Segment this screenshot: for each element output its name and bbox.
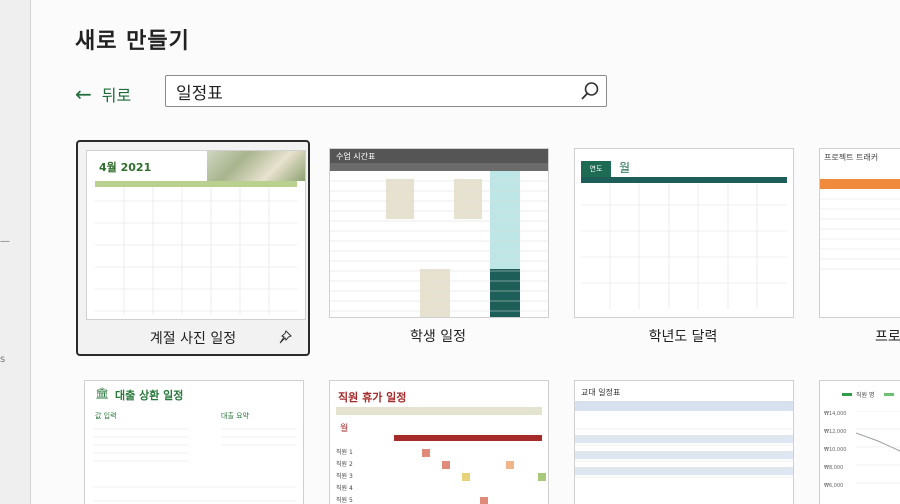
thumbnail-project-tracker: 프로젝트 트래커 <box>819 148 900 318</box>
thumbnail-employee-vacation: 직원 휴가 일정 월 직원 1 직원 2 직원 3 직원 4 직원 5 <box>329 380 549 504</box>
template-card-project-tracker[interactable]: 프로젝트 트래커 프로 <box>811 140 900 356</box>
back-label: 뒤로 <box>101 86 132 105</box>
thumbnail-class-timetable: 수업 시간표 <box>329 148 549 318</box>
template-label: 프로 <box>875 329 900 345</box>
template-label: 학년도 달력 <box>648 329 718 345</box>
template-card-student-schedule[interactable]: 수업 시간표 학생 일정 <box>321 140 555 356</box>
template-label: 학생 일정 <box>410 329 466 345</box>
template-card-chart[interactable]: 직원 명 ₩14,000 ₩12,000 ₩10,000 ₩8,000 ₩6,0… <box>811 372 900 504</box>
thumbnail-cost-chart: 직원 명 ₩14,000 ₩12,000 ₩10,000 ₩8,000 ₩6,0… <box>819 380 900 504</box>
thumbnail-seasonal-photo-calendar: 4월 2021 <box>86 150 306 320</box>
page-title: 새로 만들기 <box>75 29 190 54</box>
template-card-school-year-calendar[interactable]: 연도 월 학년도 달력 <box>566 140 800 356</box>
search-icon[interactable] <box>580 81 600 101</box>
template-card-shift-schedule[interactable]: 교대 일정표 <box>566 372 800 504</box>
thumbnail-school-year-calendar: 연도 월 <box>574 148 794 318</box>
arrow-left-icon: ← <box>75 82 92 106</box>
search-box <box>165 75 607 107</box>
flower-photo <box>207 151 305 181</box>
pin-icon[interactable] <box>278 330 292 344</box>
thumbnail-shift-schedule: 교대 일정표 <box>574 380 794 504</box>
calendar-grid <box>581 183 787 309</box>
template-label: 계절 사진 일정 <box>149 331 237 347</box>
calendar-grid <box>95 187 297 315</box>
left-edge: — s <box>0 0 30 504</box>
back-button[interactable]: ← 뒤로 <box>75 82 131 106</box>
search-input[interactable] <box>174 76 558 106</box>
thumbnail-loan-amortization: 🏛 대출 상환 일정 값 입력 대출 요약 <box>84 380 304 504</box>
template-card-seasonal-photo[interactable]: 4월 2021 계절 사진 일정 <box>76 140 310 356</box>
template-card-loan-schedule[interactable]: 🏛 대출 상환 일정 값 입력 대출 요약 <box>76 372 310 504</box>
new-template-panel: 새로 만들기 ← 뒤로 4월 2021 <box>30 0 900 504</box>
template-card-employee-vacation[interactable]: 직원 휴가 일정 월 직원 1 직원 2 직원 3 직원 4 직원 5 <box>321 372 555 504</box>
